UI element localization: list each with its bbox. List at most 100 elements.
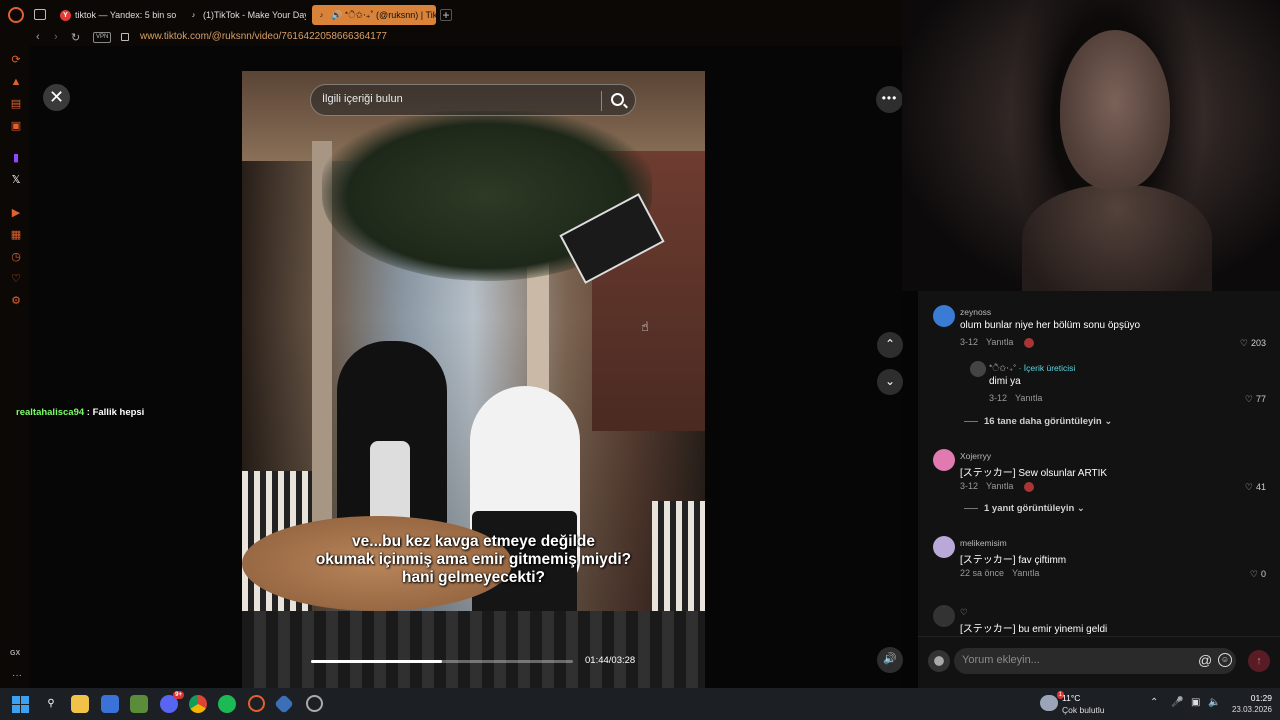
twitch-icon[interactable]: ▮ [10, 152, 22, 164]
vpn-badge[interactable]: VPN [93, 32, 112, 43]
chrome-icon[interactable] [189, 695, 207, 713]
minecraft-icon[interactable] [130, 695, 148, 713]
windows-start-icon[interactable] [12, 695, 30, 713]
comment-username[interactable]: ♡ [960, 607, 968, 618]
comment-username[interactable]: zeynoss [960, 307, 991, 317]
comment-text: [ステッカー] Sew olsunlar ARTIK [960, 468, 1108, 479]
reply-button[interactable]: Yanıtla [1012, 568, 1039, 578]
view-more-replies[interactable]: 16 tane daha görüntüleyin ⌄ [964, 416, 1112, 427]
tab-tiktok-home[interactable]: ♪ (1)TikTok - Make Your Day [184, 5, 306, 25]
comment-avatar[interactable] [933, 305, 955, 327]
tray-overflow-chevron-icon[interactable]: ⌃ [1150, 697, 1158, 708]
comment-avatar[interactable] [933, 536, 955, 558]
comment-like[interactable]: ♡ 41 [1245, 482, 1266, 493]
microphone-icon[interactable]: 🎤 [1171, 697, 1183, 708]
previous-video-button[interactable]: ⌃ [877, 332, 903, 358]
comment-input[interactable] [962, 654, 1192, 666]
comment-like[interactable]: ♡ 77 [1245, 394, 1266, 405]
reply-button[interactable]: Yanıtla [986, 481, 1013, 491]
comment-like[interactable]: ♡ 0 [1250, 569, 1266, 580]
reply-button[interactable]: Yanıtla [1015, 393, 1042, 403]
related-content-search[interactable] [310, 84, 636, 116]
tab-tiktok-video-active[interactable]: ♪ 🔊 *ੈ✩‧₊˚ (@ruksnn) | TikTok [312, 5, 436, 25]
comment-username[interactable]: melikemisim [960, 538, 1007, 548]
clock-time[interactable]: 01:29 [1232, 693, 1272, 703]
more-options-button[interactable]: ••• [876, 86, 903, 113]
search-input[interactable] [322, 93, 592, 105]
weather-condition[interactable]: Çok bulutlu [1062, 705, 1105, 715]
view-more-replies[interactable]: 1 yanıt görüntüleyin ⌄ [964, 503, 1085, 514]
speaker-icon[interactable]: 🔈 [1208, 697, 1220, 708]
subtitle-line: hani gelmeyecekti? [401, 569, 545, 586]
creator-username: *ੈ✩‧₊˚ [989, 363, 1017, 373]
browser-tab-bar: Y tiktok — Yandex: 5 bin son ♪ (1)TikTok… [0, 0, 902, 30]
comment-date: 22 sa önce [960, 568, 1005, 578]
comment-input-wrap[interactable]: @ ☺ [954, 648, 1236, 674]
display-network-icon[interactable]: ▣ [1191, 697, 1200, 708]
player-icon[interactable]: ▶ [10, 207, 22, 219]
opera-logo-icon[interactable] [8, 7, 24, 23]
tab-islands-icon[interactable] [34, 9, 46, 20]
post-comment-button[interactable]: ↑ [1248, 650, 1270, 672]
opera-sidebar: ⟳ ▲ ▤ ▣ ▮ 𝕏 ▶ ▦ ◷ ♡ ⚙ GX ··· [0, 46, 30, 688]
comment-avatar[interactable] [933, 449, 955, 471]
comment-avatar[interactable] [970, 361, 986, 377]
my-avatar[interactable] [928, 650, 950, 672]
aria-icon[interactable]: ▲ [10, 76, 22, 88]
clock-date[interactable]: 23.03.2026 [1222, 705, 1272, 714]
taskbar-search-icon[interactable]: ⚲ [42, 695, 60, 713]
file-explorer-icon[interactable] [71, 695, 89, 713]
comment-text: [ステッカー] fav çiftimm [960, 555, 1067, 566]
mention-icon[interactable]: @ [1198, 652, 1212, 668]
forward-button[interactable]: › [54, 31, 58, 43]
windows-taskbar: ⚲ 9+ 1 11°C Çok bulutlu ⌃ 🎤 ▣ 🔈 01:29 23… [0, 688, 1280, 720]
steam-icon[interactable] [306, 695, 323, 712]
comment-username[interactable]: Xojerryy [960, 451, 991, 461]
app-launcher-icon[interactable] [274, 694, 294, 714]
settings-gear-icon[interactable]: ⚙ [10, 295, 22, 307]
back-button[interactable]: ‹ [36, 31, 40, 43]
search-icon[interactable] [611, 93, 624, 106]
discord-icon[interactable]: 9+ [160, 691, 184, 713]
history-icon[interactable]: ◷ [10, 251, 22, 263]
close-button[interactable]: ✕ [43, 84, 70, 111]
bookmarks-icon[interactable]: ♡ [10, 273, 22, 285]
tab-title: (1)TikTok - Make Your Day [203, 10, 306, 20]
comment-like[interactable]: ♡ 203 [1240, 338, 1266, 349]
spotify-icon[interactable] [218, 695, 236, 713]
lock-icon[interactable] [121, 33, 129, 41]
sidebar-more-icon[interactable]: ··· [12, 670, 22, 681]
desktop: Y tiktok — Yandex: 5 bin son ♪ (1)TikTok… [0, 0, 1280, 720]
comment-text: [ステッカー] bu emir yinemi geldi [960, 624, 1108, 635]
subtitle-line: ve...bu kez kavga etmeye değilde [352, 533, 595, 550]
microsoft-store-icon[interactable] [101, 695, 119, 713]
tab-yandex[interactable]: Y tiktok — Yandex: 5 bin son [56, 5, 176, 25]
speed-dial-icon[interactable]: ⟳ [10, 54, 22, 66]
opera-gx-icon[interactable] [248, 695, 265, 712]
video-progress-fill [311, 660, 442, 663]
reply-button[interactable]: Yanıtla [986, 337, 1013, 347]
video-progress-bar[interactable] [311, 660, 573, 663]
view-more-label: 1 yanıt görüntüleyin [984, 503, 1075, 514]
creator-liked-badge [1024, 482, 1034, 492]
volume-button[interactable]: 🔊 [877, 647, 903, 673]
webcam-overlay [902, 0, 1280, 291]
url-field[interactable]: www.tiktok.com/@ruksnn/video/76164220586… [140, 31, 387, 42]
x-twitter-icon[interactable]: 𝕏 [10, 174, 22, 186]
messenger-icon[interactable]: ▣ [10, 120, 22, 132]
extensions-icon[interactable]: ▦ [10, 229, 22, 241]
yandex-favicon-icon: Y [60, 9, 71, 21]
emoji-icon[interactable]: ☺ [1218, 653, 1232, 667]
comment-avatar[interactable] [933, 605, 955, 627]
comment-username[interactable]: *ੈ✩‧₊˚ · İçerik üreticisi [989, 363, 1075, 374]
reload-button[interactable]: ↻ [71, 31, 80, 44]
chat-message: : Fallik hepsi [84, 407, 145, 418]
weather-temperature[interactable]: 11°C [1062, 693, 1080, 703]
gx-corner-icon[interactable]: ▤ [10, 98, 22, 110]
address-bar: ‹ › ↻ VPN www.tiktok.com/@ruksnn/video/7… [0, 30, 902, 46]
weather-cloud-icon[interactable]: 1 [1040, 691, 1064, 711]
gx-control-label[interactable]: GX [10, 650, 20, 657]
video-player[interactable]: ☝ ve...bu kez kavga etmeye değilde okuma… [242, 71, 705, 688]
new-tab-button[interactable]: + [440, 9, 452, 21]
next-video-button[interactable]: ⌄ [877, 369, 903, 395]
